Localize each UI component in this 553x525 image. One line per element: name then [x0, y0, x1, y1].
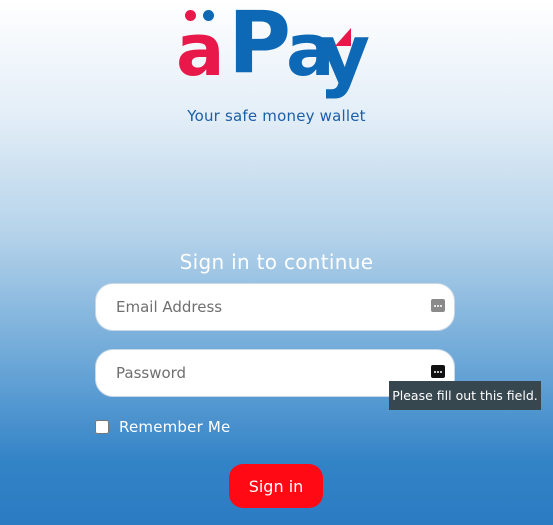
logo-letter-y: y	[318, 7, 371, 100]
email-field[interactable]	[95, 283, 455, 331]
logo-letter-p: P	[228, 0, 292, 93]
remember-me[interactable]: Remember Me	[95, 417, 231, 437]
signin-heading: Sign in to continue	[179, 250, 374, 274]
password-input[interactable]	[116, 350, 416, 396]
tagline: Your safe money wallet	[187, 107, 366, 125]
remember-me-checkbox[interactable]	[95, 420, 109, 434]
remember-me-label[interactable]: Remember Me	[119, 418, 231, 436]
validation-tooltip: Please fill out this field.	[389, 381, 541, 410]
sign-in-button[interactable]: Sign in	[229, 464, 323, 508]
app-logo: a P a y	[0, 0, 553, 110]
email-input[interactable]	[116, 284, 416, 330]
password-manager-key-icon[interactable]	[431, 365, 445, 378]
password-manager-key-icon[interactable]	[431, 299, 445, 312]
logo-letter-a: a	[176, 8, 225, 92]
